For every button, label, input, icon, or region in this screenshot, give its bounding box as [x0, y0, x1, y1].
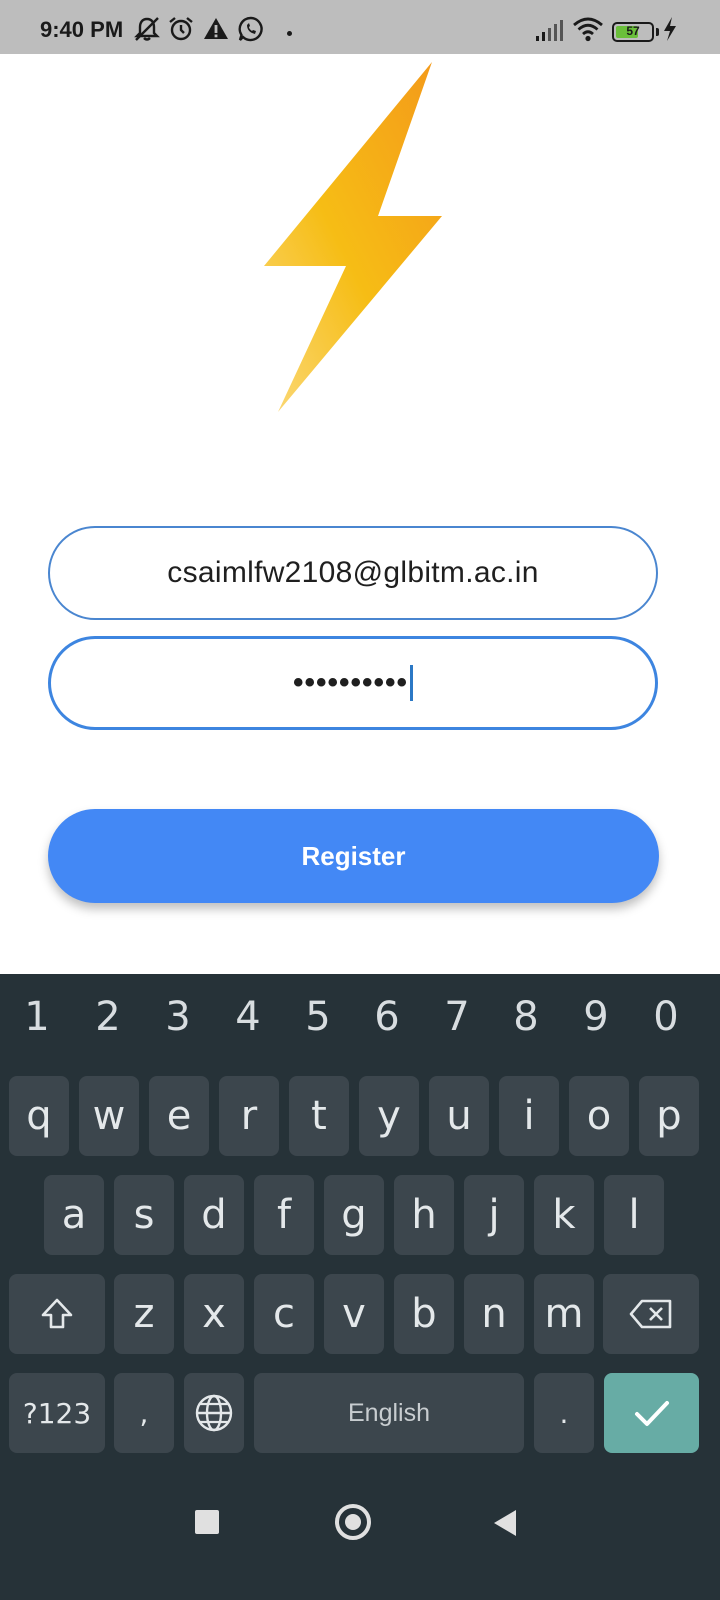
key-p[interactable]: p	[639, 1076, 699, 1156]
lightning-bolt-icon	[264, 62, 442, 412]
register-button[interactable]: Register	[48, 809, 659, 903]
notification-dot	[287, 31, 292, 36]
key-e[interactable]: e	[149, 1076, 209, 1156]
home-button[interactable]	[335, 1504, 371, 1540]
key-6[interactable]: 6	[362, 994, 412, 1040]
email-value: csaimlfw2108@glbitm.ac.in	[167, 556, 539, 589]
key-f[interactable]: f	[254, 1175, 314, 1255]
key-d[interactable]: d	[184, 1175, 244, 1255]
key-b[interactable]: b	[394, 1274, 454, 1354]
comma-key[interactable]: ,	[114, 1373, 174, 1453]
key-a[interactable]: a	[44, 1175, 104, 1255]
globe-icon	[195, 1394, 233, 1432]
password-value: ••••••••••	[292, 666, 409, 699]
checkmark-icon	[634, 1401, 669, 1426]
key-2[interactable]: 2	[83, 994, 133, 1040]
key-r[interactable]: r	[219, 1076, 279, 1156]
key-c[interactable]: c	[254, 1274, 314, 1354]
shift-key[interactable]	[9, 1274, 105, 1354]
enter-key[interactable]	[604, 1373, 699, 1453]
number-row: 1 2 3 4 5 6 7 8 9 0	[0, 974, 720, 1066]
key-1[interactable]: 1	[12, 994, 62, 1040]
password-field[interactable]: ••••••••••	[48, 636, 658, 730]
warning-icon	[204, 18, 228, 39]
key-m[interactable]: m	[534, 1274, 594, 1354]
mute-bell-icon	[134, 17, 160, 41]
wifi-icon	[573, 17, 603, 42]
backspace-icon	[629, 1299, 672, 1329]
key-o[interactable]: o	[569, 1076, 629, 1156]
key-3[interactable]: 3	[153, 994, 203, 1040]
key-x[interactable]: x	[184, 1274, 244, 1354]
key-h[interactable]: h	[394, 1175, 454, 1255]
period-key[interactable]: .	[534, 1373, 594, 1453]
key-l[interactable]: l	[604, 1175, 664, 1255]
key-w[interactable]: w	[79, 1076, 139, 1156]
recents-button[interactable]	[195, 1510, 219, 1534]
key-k[interactable]: k	[534, 1175, 594, 1255]
key-j[interactable]: j	[464, 1175, 524, 1255]
key-y[interactable]: y	[359, 1076, 419, 1156]
key-z[interactable]: z	[114, 1274, 174, 1354]
key-0[interactable]: 0	[641, 994, 691, 1040]
alarm-icon	[169, 17, 193, 41]
key-n[interactable]: n	[464, 1274, 524, 1354]
key-7[interactable]: 7	[432, 994, 482, 1040]
email-field[interactable]: csaimlfw2108@glbitm.ac.in	[48, 526, 658, 620]
key-g[interactable]: g	[324, 1175, 384, 1255]
language-key[interactable]	[184, 1373, 244, 1453]
signal-icon	[536, 20, 563, 41]
key-4[interactable]: 4	[223, 994, 273, 1040]
key-s[interactable]: s	[114, 1175, 174, 1255]
space-key[interactable]: English	[254, 1373, 524, 1453]
key-5[interactable]: 5	[293, 994, 343, 1040]
status-bar: 9:40 PM 57	[0, 0, 720, 54]
status-time: 9:40 PM	[40, 17, 124, 42]
back-button[interactable]	[494, 1510, 516, 1536]
key-i[interactable]: i	[499, 1076, 559, 1156]
charging-icon	[664, 17, 676, 41]
key-u[interactable]: u	[429, 1076, 489, 1156]
key-8[interactable]: 8	[501, 994, 551, 1040]
battery-level: 57	[626, 24, 640, 38]
battery-icon: 57	[612, 22, 654, 42]
text-cursor	[410, 665, 414, 701]
symbols-key[interactable]: ?123	[9, 1373, 105, 1453]
key-v[interactable]: v	[324, 1274, 384, 1354]
key-q[interactable]: q	[9, 1076, 69, 1156]
key-t[interactable]: t	[289, 1076, 349, 1156]
shift-icon	[41, 1298, 73, 1329]
backspace-key[interactable]	[603, 1274, 699, 1354]
key-9[interactable]: 9	[571, 994, 621, 1040]
whatsapp-icon	[238, 16, 263, 42]
